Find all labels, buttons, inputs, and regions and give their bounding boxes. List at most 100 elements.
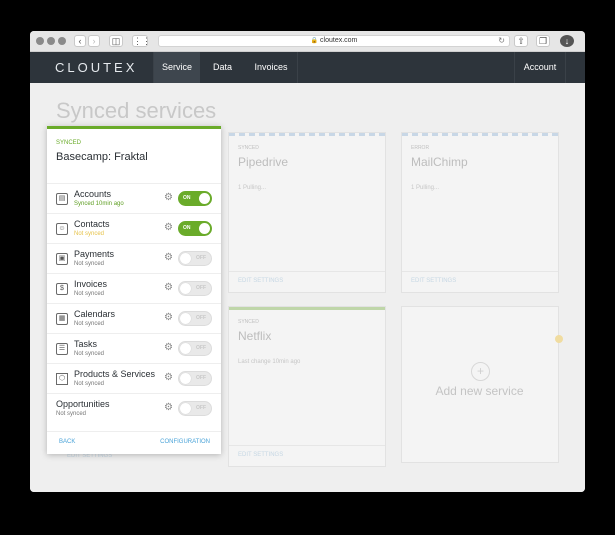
- toggle-knob: [199, 223, 210, 234]
- nav-invoices[interactable]: Invoices: [245, 52, 297, 83]
- toggle-label: OFF: [196, 315, 206, 321]
- edit-settings-link[interactable]: EDIT SETTINGS: [411, 278, 456, 284]
- sync-row-calendars: ▦ Calendars Not synced ⚙ OFF: [47, 303, 221, 333]
- toggle-label: OFF: [196, 345, 206, 351]
- sidebar-icon[interactable]: ◫: [109, 35, 123, 47]
- zoom-window-icon[interactable]: [58, 37, 66, 45]
- nav-divider: [565, 52, 566, 83]
- url-text: cloutex.com: [320, 37, 358, 44]
- calendar-icon: ▦: [56, 313, 68, 325]
- card-status: SYNCED: [238, 145, 259, 151]
- row-label: Products & Services: [74, 369, 156, 379]
- forward-arrow-icon[interactable]: ›: [88, 35, 100, 47]
- sync-toggle[interactable]: OFF: [178, 341, 212, 356]
- service-card-pipedrive[interactable]: SYNCED Pipedrive 1 Pulling... EDIT SETTI…: [229, 133, 385, 292]
- toggle-label: OFF: [196, 375, 206, 381]
- row-status: Not synced: [74, 291, 105, 297]
- toggle-knob: [180, 373, 191, 384]
- card-stripe: [402, 133, 558, 136]
- nav-service[interactable]: Service: [154, 52, 200, 83]
- row-status: Not synced: [74, 321, 105, 327]
- nav-account[interactable]: Account: [515, 52, 565, 83]
- nav-data[interactable]: Data: [200, 52, 245, 83]
- card-name: Netflix: [238, 329, 272, 343]
- card-divider: [229, 271, 385, 272]
- card-divider: [229, 445, 385, 446]
- gear-icon[interactable]: ⚙: [164, 312, 173, 324]
- sync-toggle[interactable]: OFF: [178, 371, 212, 386]
- panel-title: Basecamp: Fraktal: [56, 151, 148, 163]
- reload-icon[interactable]: ↻: [498, 36, 505, 46]
- minimize-window-icon[interactable]: [47, 37, 55, 45]
- sync-row-tasks: ☰ Tasks Not synced ⚙ OFF: [47, 333, 221, 363]
- contacts-icon: ☺: [56, 223, 68, 235]
- sync-toggle[interactable]: OFF: [178, 251, 212, 266]
- sync-toggle[interactable]: ON: [178, 221, 212, 236]
- row-label: Calendars: [74, 309, 116, 319]
- toggle-label: ON: [183, 225, 191, 231]
- row-label: Opportunities: [56, 399, 110, 409]
- tabs-icon[interactable]: ❐: [536, 35, 550, 47]
- wallet-icon: ▣: [56, 253, 68, 265]
- card-name: MailChimp: [411, 155, 468, 169]
- row-status: Not synced: [74, 381, 105, 387]
- address-bar[interactable]: 🔒 cloutex.com ↻: [158, 35, 510, 47]
- gear-icon[interactable]: ⚙: [164, 342, 173, 354]
- lock-icon: 🔒: [310, 38, 319, 44]
- cloutex-logo[interactable]: CLOUTEX: [55, 60, 137, 75]
- toggle-knob: [180, 313, 191, 324]
- page-title: Synced services: [56, 98, 217, 123]
- sync-toggle[interactable]: OFF: [178, 281, 212, 296]
- card-stripe: [229, 307, 385, 310]
- sync-toggle[interactable]: OFF: [178, 311, 212, 326]
- invoice-icon: $: [56, 283, 68, 295]
- download-icon[interactable]: ↓: [560, 35, 574, 47]
- gear-icon[interactable]: ⚙: [164, 222, 173, 234]
- tasks-icon: ☰: [56, 343, 68, 355]
- toggle-label: ON: [183, 195, 191, 201]
- panel-status-bar: [47, 126, 221, 129]
- edit-settings-link[interactable]: EDIT SETTINGS: [238, 278, 283, 284]
- app-navbar: CLOUTEX Service Data Invoices Account: [30, 52, 585, 83]
- gear-icon[interactable]: ⚙: [164, 282, 173, 294]
- row-label: Payments: [74, 249, 115, 259]
- service-card-mailchimp[interactable]: ERROR MailChimp 1 Pulling... EDIT SETTIN…: [402, 133, 558, 292]
- sync-row-accounts: ▤ Accounts Synced 10min ago ⚙ ON: [47, 183, 221, 213]
- share-icon[interactable]: ⇧: [514, 35, 528, 47]
- add-service-card[interactable]: + Add new service: [402, 307, 558, 462]
- row-label: Contacts: [74, 219, 110, 229]
- close-window-icon[interactable]: [36, 37, 44, 45]
- gear-icon[interactable]: ⚙: [164, 372, 173, 384]
- back-link[interactable]: BACK: [59, 439, 75, 445]
- card-stripe: [229, 133, 385, 136]
- service-card-netflix[interactable]: SYNCED Netflix Last change 10min ago EDI…: [229, 307, 385, 466]
- browser-window: ‹ › ◫ ⋮⋮ 🔒 cloutex.com ↻ ⇧ ❐ ↓ CLOUTEX S…: [30, 31, 585, 492]
- card-note: Last change 10min ago: [238, 359, 301, 365]
- gear-icon[interactable]: ⚙: [164, 402, 173, 414]
- box-icon: ⬡: [56, 373, 68, 385]
- grid-icon[interactable]: ⋮⋮: [132, 35, 151, 47]
- plus-icon: +: [471, 362, 490, 381]
- sync-row-opportunities: Opportunities Not synced ⚙ OFF: [47, 393, 221, 423]
- edit-settings-link[interactable]: EDIT SETTINGS: [238, 452, 283, 458]
- configuration-link[interactable]: CONFIGURATION: [160, 439, 210, 445]
- card-divider: [402, 271, 558, 272]
- row-status: Not synced: [74, 261, 105, 267]
- gear-icon[interactable]: ⚙: [164, 192, 173, 204]
- sync-toggle[interactable]: ON: [178, 191, 212, 206]
- sync-toggle[interactable]: OFF: [178, 401, 212, 416]
- toggle-label: OFF: [196, 285, 206, 291]
- toggle-knob: [180, 283, 191, 294]
- card-name: Pipedrive: [238, 155, 289, 169]
- panel-footer-divider: [47, 431, 221, 432]
- toggle-knob: [180, 343, 191, 354]
- sync-row-payments: ▣ Payments Not synced ⚙ OFF: [47, 243, 221, 273]
- card-status: ERROR: [411, 145, 430, 151]
- back-arrow-icon[interactable]: ‹: [74, 35, 86, 47]
- gear-icon[interactable]: ⚙: [164, 252, 173, 264]
- accounts-icon: ▤: [56, 193, 68, 205]
- row-label: Invoices: [74, 279, 108, 289]
- card-note: 1 Pulling...: [238, 185, 267, 191]
- toggle-knob: [180, 253, 191, 264]
- browser-toolbar: ‹ › ◫ ⋮⋮ 🔒 cloutex.com ↻ ⇧ ❐ ↓: [30, 31, 585, 52]
